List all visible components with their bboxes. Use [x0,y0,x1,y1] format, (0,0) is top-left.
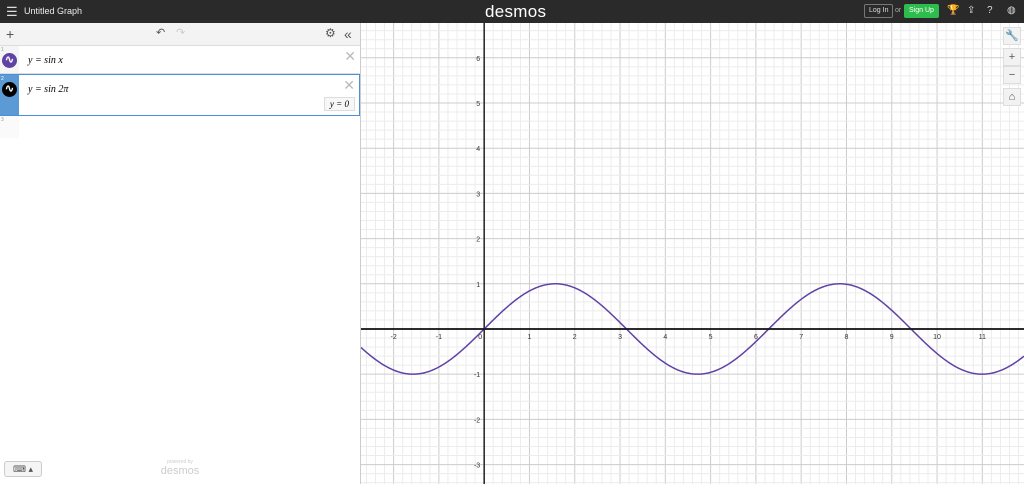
expression-index: 3 [0,116,19,138]
expression-input[interactable]: y = sin x [28,55,63,66]
x-tick-label: 9 [890,334,894,341]
desmos-logo: desmos [485,2,547,21]
expression-row[interactable]: 1 ∿ y = sin x ✕ [0,46,360,74]
y-tick-label: 5 [476,101,480,108]
x-tick-label: 5 [709,334,713,341]
powered-by-desmos: powered by desmos [160,459,200,477]
collapse-panel-button[interactable]: « [344,26,352,42]
delete-expression-icon[interactable]: ✕ [343,77,355,94]
or-text: or [895,7,902,14]
y-tick-label: -2 [474,417,480,424]
evaluation-result: y = 0 [323,97,355,111]
x-tick-label: -1 [436,334,442,341]
wrench-icon[interactable]: 🔧 [1003,27,1021,45]
y-tick-label: -1 [474,372,480,379]
delete-expression-icon[interactable]: ✕ [344,48,356,65]
x-tick-label: 4 [663,334,667,341]
expression-row[interactable]: 2 ∿ y = sin 2π ✕ y = 0 [0,74,360,116]
expression-input[interactable]: y = sin 2π [28,84,68,95]
top-bar: ☰ Untitled Graph desmos Log In or Sign U… [0,0,1024,23]
zoom-out-button[interactable]: − [1003,66,1021,84]
globe-icon[interactable]: ◍ [1007,5,1016,16]
y-tick-label: 2 [476,237,480,244]
share-icon[interactable]: ⇪ [967,5,975,16]
wave-icon[interactable]: ∿ [2,82,17,97]
wave-icon[interactable]: ∿ [2,53,17,68]
login-button[interactable]: Log In [864,4,894,18]
expression-row[interactable]: 3 [0,116,360,138]
add-expression-button[interactable]: + [6,26,14,42]
signup-button[interactable]: Sign Up [904,4,939,18]
expression-panel: + ↶ ↷ ⚙ « 1 ∿ y = sin x ✕ 2 ∿ y = sin 2π… [0,23,361,484]
settings-button[interactable]: ⚙ [325,26,336,40]
x-tick-label: 8 [845,334,849,341]
y-tick-label: 6 [476,56,480,63]
trophy-icon[interactable]: 🏆 [947,5,959,16]
x-tick-label: 7 [799,334,803,341]
x-tick-label: 11 [979,334,986,341]
zoom-in-button[interactable]: + [1003,48,1021,66]
undo-button[interactable]: ↶ [156,26,165,39]
keyboard-toggle-button[interactable]: ⌨ ▴ [4,461,42,477]
y-tick-label: 3 [476,191,480,198]
x-tick-label: 1 [528,334,532,341]
redo-button[interactable]: ↷ [176,26,185,39]
x-tick-label: 10 [933,334,941,341]
graph-title[interactable]: Untitled Graph [24,6,82,16]
expression-toolbar: + ↶ ↷ ⚙ « [0,23,360,46]
x-tick-label: 3 [618,334,622,341]
help-icon[interactable]: ? [987,5,993,16]
y-tick-label: -3 [474,463,480,470]
home-button[interactable]: ⌂ [1003,88,1021,106]
y-tick-label: 1 [476,282,480,289]
x-tick-label: 2 [573,334,577,341]
graph-canvas[interactable]: -2 -1 0 1 2 3 4 5 6 7 8 9 10 11-3-2-1123456 [361,23,1024,484]
powered-brand: desmos [160,465,200,477]
x-tick-label: -2 [390,334,396,341]
hamburger-icon[interactable]: ☰ [6,5,18,18]
y-tick-label: 4 [476,146,480,153]
